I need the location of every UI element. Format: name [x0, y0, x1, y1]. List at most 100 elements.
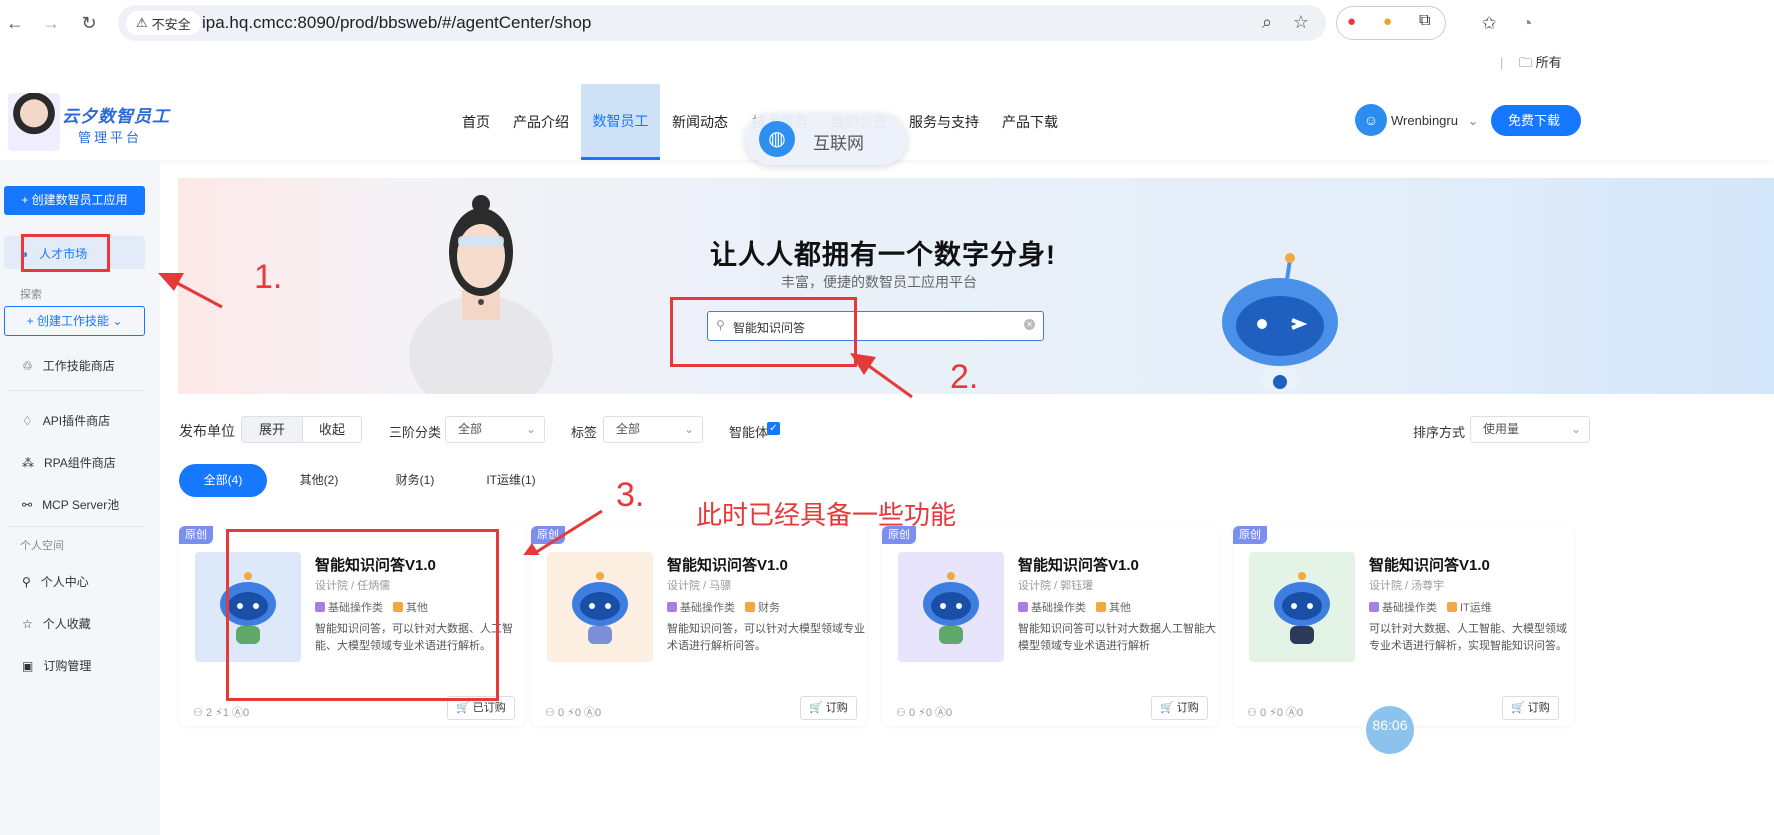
users-icon: ⚇: [896, 707, 906, 719]
annotation-box-market: [21, 234, 110, 272]
section-personal: 个人空间: [20, 540, 64, 552]
app-card[interactable]: 原创 智能知识问答V1.0 设计院 / 汤尊宇 基础操作类 IT运维 可以针对大数…: [1233, 526, 1574, 726]
original-badge: 原创: [1233, 526, 1267, 544]
sidebar-label: MCP Server池: [42, 498, 120, 512]
not-secure-badge[interactable]: ⚠ 不安全: [126, 11, 201, 35]
nav-home[interactable]: 首页: [452, 84, 500, 160]
card-title[interactable]: 智能知识问答V1.0: [1369, 554, 1490, 575]
bookmarks-folder[interactable]: 所有: [1536, 55, 1562, 70]
robot-mascot-illustration: [1222, 253, 1338, 394]
users-icon: ⚇: [193, 707, 203, 719]
forward-icon[interactable]: →: [40, 12, 62, 34]
star-icon[interactable]: ☆: [1290, 11, 1312, 33]
create-app-button[interactable]: + 创建数智员工应用: [4, 186, 145, 215]
nav-product-intro[interactable]: 产品介绍: [508, 84, 574, 160]
free-download-button[interactable]: 免费下载: [1491, 105, 1581, 136]
cart-icon: 🛒: [1511, 702, 1525, 714]
star-icon: ☆: [22, 616, 33, 631]
extensions-group: ● ● ⧉: [1336, 6, 1446, 40]
divider: [8, 390, 145, 391]
user-name: Wrenbingru: [1391, 113, 1458, 128]
section-explore: 探索: [20, 289, 42, 301]
annotation-two: 2.: [950, 358, 979, 396]
logo-avatar: [8, 93, 60, 151]
annotation-one: 1.: [254, 258, 283, 296]
robot-thumbnail: [572, 572, 628, 644]
sort-select[interactable]: 使用量 ⌄: [1470, 416, 1590, 443]
order-icon: ▣: [22, 658, 34, 673]
url-text[interactable]: ipa.hq.cmcc:8090/prod/bbsweb/#/agentCent…: [202, 13, 591, 33]
not-secure-label: 不安全: [151, 16, 191, 32]
sidebar-item-rpa-store[interactable]: ⁂ RPA组件商店: [22, 454, 116, 471]
app-card[interactable]: 原创 智能知识问答V1.0 设计院 / 马骠 基础操作类 财务 智能知识问答，可以…: [531, 526, 867, 726]
robot-thumbnail: [1274, 572, 1330, 644]
bookmarks-bar: | 🗀 所有: [1500, 55, 1562, 70]
card-stats: ⚇ 0 ⚡0 Ⓐ0: [545, 707, 602, 719]
sidebar-label: RPA组件商店: [44, 456, 116, 470]
card-description: 可以针对大数据、人工智能、大模型领域专业术语进行解析，实现智能知识问答。: [1369, 623, 1567, 652]
cart-icon: 🛒: [456, 702, 470, 714]
sidebar-label: 工作技能商店: [42, 359, 115, 373]
zoom-icon[interactable]: ⌕: [1256, 11, 1278, 33]
chevron-down-icon: ⌄: [1570, 422, 1581, 436]
sidebar-item-personal-center[interactable]: ⚲ 个人中心: [22, 573, 89, 590]
globe-icon: ◍: [759, 121, 795, 157]
create-skill-button[interactable]: + 创建工作技能 ⌄: [4, 306, 145, 336]
card-author: 设计院 / 马骠: [667, 580, 732, 592]
chevron-down-icon: ⌄: [112, 314, 123, 328]
card-category-tag: 财务: [745, 599, 780, 615]
link-icon: ⚯: [22, 497, 33, 512]
card-type-tag: 基础操作类: [667, 599, 735, 615]
users-icon: ⚇: [1247, 707, 1257, 719]
sidebar-item-orders[interactable]: ▣ 订购管理: [22, 657, 91, 674]
card-tags: 基础操作类 其他: [1018, 599, 1131, 615]
card-tags: 基础操作类 IT运维: [1369, 599, 1492, 615]
puzzle-icon[interactable]: ⧉: [1419, 12, 1430, 30]
users-icon: ⚇: [545, 707, 555, 719]
annotation-note: 此时已经具备一些功能: [696, 500, 957, 530]
chevron-down-icon: ⌄: [1467, 113, 1479, 128]
logo-subtitle: 管理平台: [78, 130, 143, 145]
sidebar-item-mcp-pool[interactable]: ⚯ MCP Server池: [22, 496, 119, 513]
card-author: 设计院 / 汤尊宇: [1369, 580, 1445, 592]
user-avatar[interactable]: ☺: [1355, 104, 1387, 136]
sidebar-label: 订购管理: [43, 659, 92, 673]
nav-news[interactable]: 新闻动态: [666, 84, 734, 160]
user-menu[interactable]: Wrenbingru ⌄: [1391, 113, 1479, 129]
sidebar-item-skill-store[interactable]: ♲ 工作技能商店: [22, 357, 115, 374]
sidebar-item-api-store[interactable]: ♢ API插件商店: [22, 412, 110, 429]
timer-badge[interactable]: 86:06: [1366, 706, 1414, 754]
nav-download[interactable]: 产品下载: [996, 84, 1064, 160]
sidebar-label: API插件商店: [42, 414, 111, 428]
favorites-icon[interactable]: ✩: [1478, 12, 1500, 34]
network-label: 互联网: [813, 134, 864, 153]
card-category-tag: 其他: [1096, 599, 1131, 615]
card-title[interactable]: 智能知识问答V1.0: [667, 554, 788, 575]
sort-label: 排序方式: [1413, 425, 1466, 440]
profile-icon[interactable]: ◔: [1516, 12, 1538, 34]
sidebar-item-favorites[interactable]: ☆ 个人收藏: [22, 615, 91, 632]
logo-title: 云夕数智员工: [62, 107, 170, 126]
subscribe-button[interactable]: 🛒 订购: [1502, 696, 1559, 720]
card-title[interactable]: 智能知识问答V1.0: [1018, 554, 1139, 575]
reload-icon[interactable]: ↻: [78, 12, 100, 34]
nav-digital-staff[interactable]: 数智员工: [581, 84, 660, 160]
extension-icon[interactable]: ●: [1347, 13, 1356, 30]
nav-support[interactable]: 服务与支持: [904, 84, 984, 160]
extension-icon[interactable]: ●: [1383, 13, 1392, 30]
subscribe-button[interactable]: 🛒 订购: [800, 696, 857, 720]
app-card[interactable]: 原创 智能知识问答V1.0 设计院 / 郭钰瓘 基础操作类 其他 智能知识问答可以…: [882, 526, 1218, 726]
create-skill-label: + 创建工作技能: [26, 314, 109, 328]
back-icon[interactable]: ←: [4, 12, 26, 34]
warning-icon: ⚠: [136, 15, 148, 30]
subscribe-button[interactable]: 🛒 订购: [1151, 696, 1208, 720]
user-icon: ⚲: [22, 574, 31, 589]
address-bar[interactable]: ⚠ 不安全 ipa.hq.cmcc:8090/prod/bbsweb/#/age…: [118, 5, 1326, 41]
card-type-tag: 基础操作类: [1018, 599, 1086, 615]
sidebar-label: 个人中心: [40, 575, 89, 589]
card-description: 智能知识问答可以针对大数据人工智能大模型领域专业术语进行解析: [1018, 623, 1216, 652]
network-popup[interactable]: ◍ 互联网: [745, 113, 907, 165]
recycle-icon: ♲: [22, 358, 33, 373]
annotation-three: 3.: [616, 476, 645, 514]
card-stats: ⚇ 0 ⚡0 Ⓐ0: [1247, 707, 1304, 719]
